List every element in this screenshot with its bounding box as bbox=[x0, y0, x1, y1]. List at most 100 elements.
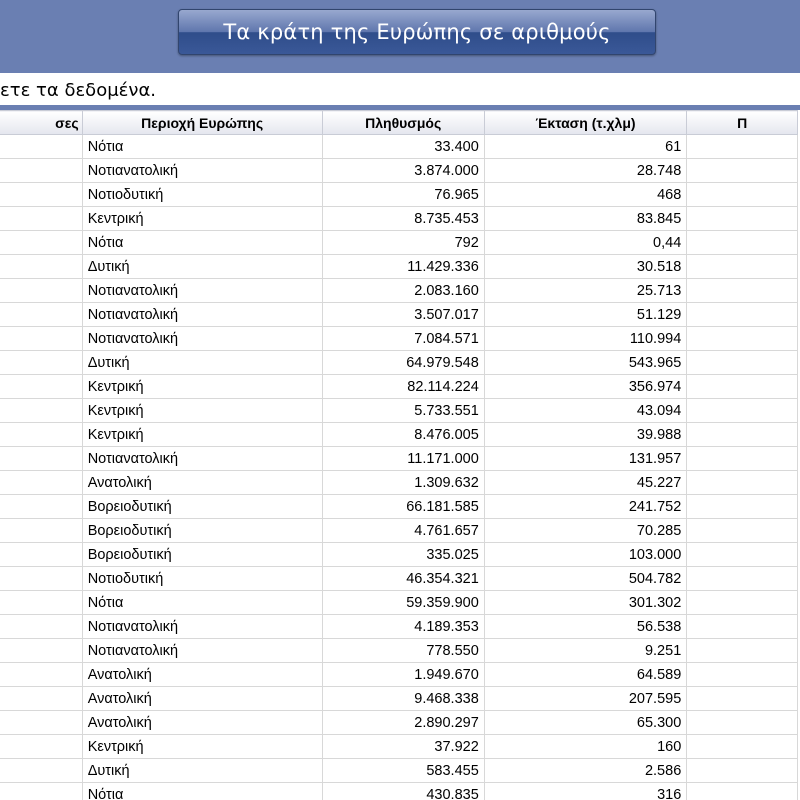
table-row[interactable]: Βορειοδυτική 4.761.657 70.285 bbox=[0, 518, 798, 543]
extra-cell[interactable] bbox=[686, 182, 798, 207]
table-row[interactable]: Νοτιανατολική 778.550 9.251 bbox=[0, 638, 798, 663]
extra-cell[interactable] bbox=[686, 254, 798, 279]
extra-cell[interactable] bbox=[686, 758, 798, 783]
region-cell[interactable]: Δυτική bbox=[81, 758, 323, 783]
extra-cell[interactable] bbox=[686, 494, 798, 519]
column-header-population[interactable]: Πληθυσμός bbox=[321, 110, 485, 135]
country-cell[interactable] bbox=[0, 686, 83, 711]
extra-cell[interactable] bbox=[686, 710, 798, 735]
area-cell[interactable]: 356.974 bbox=[483, 374, 688, 399]
table-row[interactable]: Νοτιανατολική 4.189.353 56.538 bbox=[0, 614, 798, 639]
country-cell[interactable] bbox=[0, 518, 83, 543]
region-cell[interactable]: Νότια bbox=[81, 590, 323, 615]
extra-cell[interactable] bbox=[686, 518, 798, 543]
country-cell[interactable] bbox=[0, 230, 83, 255]
region-cell[interactable]: Νότια bbox=[81, 230, 323, 255]
area-cell[interactable]: 468 bbox=[483, 182, 688, 207]
population-cell[interactable]: 11.429.336 bbox=[321, 254, 485, 279]
population-cell[interactable]: 5.733.551 bbox=[321, 398, 485, 423]
country-cell[interactable] bbox=[0, 542, 83, 567]
extra-cell[interactable] bbox=[686, 782, 798, 800]
area-cell[interactable]: 207.595 bbox=[483, 686, 688, 711]
country-cell[interactable] bbox=[0, 590, 83, 615]
country-cell[interactable] bbox=[0, 158, 83, 183]
region-cell[interactable]: Ανατολική bbox=[81, 686, 323, 711]
extra-cell[interactable] bbox=[686, 470, 798, 495]
area-cell[interactable]: 83.845 bbox=[483, 206, 688, 231]
extra-cell[interactable] bbox=[686, 302, 798, 327]
extra-cell[interactable] bbox=[686, 398, 798, 423]
population-cell[interactable]: 9.468.338 bbox=[321, 686, 485, 711]
region-cell[interactable]: Νότια bbox=[81, 782, 323, 800]
extra-cell[interactable] bbox=[686, 566, 798, 591]
extra-cell[interactable] bbox=[686, 326, 798, 351]
country-cell[interactable] bbox=[0, 470, 83, 495]
table-row[interactable]: Νοτιοδυτική 46.354.321 504.782 bbox=[0, 566, 798, 591]
country-cell[interactable] bbox=[0, 302, 83, 327]
region-cell[interactable]: Νοτιανατολική bbox=[81, 326, 323, 351]
country-cell[interactable] bbox=[0, 638, 83, 663]
population-cell[interactable]: 4.761.657 bbox=[321, 518, 485, 543]
population-cell[interactable]: 59.359.900 bbox=[321, 590, 485, 615]
table-row[interactable]: Δυτική 11.429.336 30.518 bbox=[0, 254, 798, 279]
column-header-region[interactable]: Περιοχή Ευρώπης bbox=[81, 110, 323, 135]
extra-cell[interactable] bbox=[686, 614, 798, 639]
area-cell[interactable]: 241.752 bbox=[483, 494, 688, 519]
region-cell[interactable]: Ανατολική bbox=[81, 662, 323, 687]
region-cell[interactable]: Νοτιανατολική bbox=[81, 278, 323, 303]
table-row[interactable]: Νοτιοδυτική 76.965 468 bbox=[0, 182, 798, 207]
area-cell[interactable]: 9.251 bbox=[483, 638, 688, 663]
country-cell[interactable] bbox=[0, 782, 83, 800]
area-cell[interactable]: 61 bbox=[483, 134, 688, 159]
region-cell[interactable]: Κεντρική bbox=[81, 734, 323, 759]
population-cell[interactable]: 2.083.160 bbox=[321, 278, 485, 303]
population-cell[interactable]: 335.025 bbox=[321, 542, 485, 567]
population-cell[interactable]: 8.735.453 bbox=[321, 206, 485, 231]
country-cell[interactable] bbox=[0, 134, 83, 159]
country-cell[interactable] bbox=[0, 182, 83, 207]
region-cell[interactable]: Νοτιανατολική bbox=[81, 158, 323, 183]
extra-cell[interactable] bbox=[686, 206, 798, 231]
area-cell[interactable]: 0,44 bbox=[483, 230, 688, 255]
table-row[interactable]: Βορειοδυτική 335.025 103.000 bbox=[0, 542, 798, 567]
table-row[interactable]: Νότια 792 0,44 bbox=[0, 230, 798, 255]
table-row[interactable]: Ανατολική 9.468.338 207.595 bbox=[0, 686, 798, 711]
country-cell[interactable] bbox=[0, 662, 83, 687]
region-cell[interactable]: Ανατολική bbox=[81, 470, 323, 495]
table-row[interactable]: Νοτιανατολική 3.507.017 51.129 bbox=[0, 302, 798, 327]
area-cell[interactable]: 43.094 bbox=[483, 398, 688, 423]
region-cell[interactable]: Κεντρική bbox=[81, 422, 323, 447]
extra-cell[interactable] bbox=[686, 158, 798, 183]
data-grid[interactable]: σες Περιοχή Ευρώπης Πληθυσμός Έκταση (τ.… bbox=[0, 110, 800, 800]
area-cell[interactable]: 28.748 bbox=[483, 158, 688, 183]
region-cell[interactable]: Βορειοδυτική bbox=[81, 542, 323, 567]
area-cell[interactable]: 301.302 bbox=[483, 590, 688, 615]
region-cell[interactable]: Δυτική bbox=[81, 350, 323, 375]
region-cell[interactable]: Νοτιοδυτική bbox=[81, 182, 323, 207]
area-cell[interactable]: 39.988 bbox=[483, 422, 688, 447]
table-row[interactable]: Νοτιανατολική 7.084.571 110.994 bbox=[0, 326, 798, 351]
extra-cell[interactable] bbox=[686, 278, 798, 303]
population-cell[interactable]: 3.874.000 bbox=[321, 158, 485, 183]
extra-cell[interactable] bbox=[686, 662, 798, 687]
table-row[interactable]: Κεντρική 82.114.224 356.974 bbox=[0, 374, 798, 399]
population-cell[interactable]: 46.354.321 bbox=[321, 566, 485, 591]
table-row[interactable]: Κεντρική 37.922 160 bbox=[0, 734, 798, 759]
population-cell[interactable]: 792 bbox=[321, 230, 485, 255]
area-cell[interactable]: 64.589 bbox=[483, 662, 688, 687]
column-header-next[interactable]: Π bbox=[686, 110, 798, 135]
population-cell[interactable]: 33.400 bbox=[321, 134, 485, 159]
region-cell[interactable]: Νοτιανατολική bbox=[81, 302, 323, 327]
region-cell[interactable]: Νότια bbox=[81, 134, 323, 159]
table-row[interactable]: Ανατολική 1.309.632 45.227 bbox=[0, 470, 798, 495]
extra-cell[interactable] bbox=[686, 446, 798, 471]
country-cell[interactable] bbox=[0, 494, 83, 519]
extra-cell[interactable] bbox=[686, 542, 798, 567]
population-cell[interactable]: 2.890.297 bbox=[321, 710, 485, 735]
country-cell[interactable] bbox=[0, 446, 83, 471]
area-cell[interactable]: 316 bbox=[483, 782, 688, 800]
region-cell[interactable]: Κεντρική bbox=[81, 374, 323, 399]
region-cell[interactable]: Δυτική bbox=[81, 254, 323, 279]
country-cell[interactable] bbox=[0, 758, 83, 783]
extra-cell[interactable] bbox=[686, 230, 798, 255]
